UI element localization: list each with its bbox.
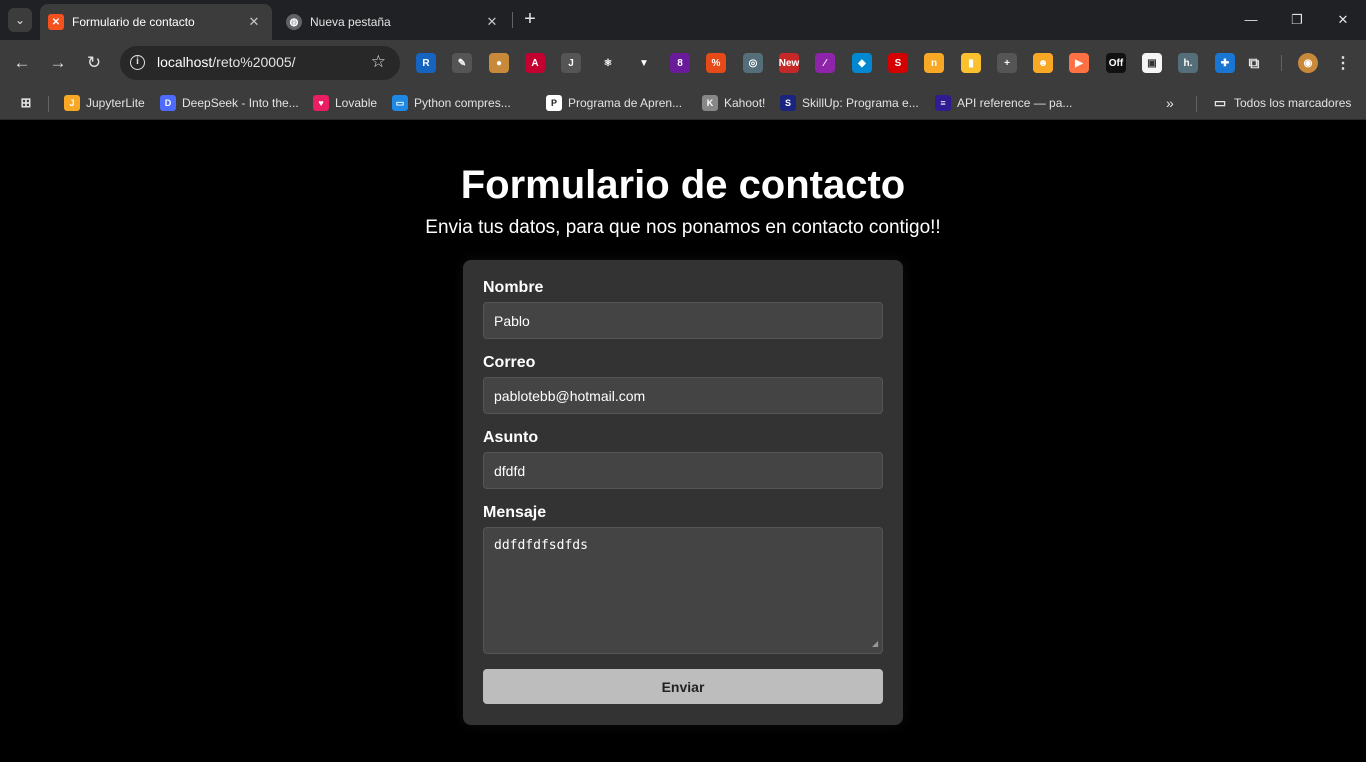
bookmark-star-icon[interactable]: ☆ [371,52,386,72]
browser-toolbar: ← → ↻ i localhost/reto%20005/ ☆ R ✎ ● A J ⚛ ▼ 8… [0,40,1366,86]
off-extension[interactable]: Off [1106,53,1126,73]
bookmark-label: Programa de Apren... [568,96,683,110]
tab-close-icon[interactable]: ✕ [484,14,500,30]
tab-formulario[interactable]: ✕ Formulario de contacto ✕ [40,4,272,40]
badge-extension[interactable]: 8 [670,53,690,73]
bookmark-label: SkillUp: Programa e... [802,96,919,110]
bookmark-favicon-icon: D [160,95,176,111]
crosshair-icon[interactable]: + [997,53,1017,73]
nombre-input[interactable] [483,302,883,339]
bookmark-favicon-icon: ▭ [392,95,408,111]
correo-label: Correo [483,354,536,371]
r-extension[interactable]: R [416,53,436,73]
mensaje-textarea[interactable]: ddfdfdfsdfds [483,527,883,654]
angular-icon[interactable]: A [525,53,545,73]
address-url[interactable]: localhost/reto%20005/ [157,54,296,70]
bookmarks-divider [48,96,49,112]
asunto-input[interactable] [483,452,883,489]
frame-extension[interactable]: ▣ [1142,53,1162,73]
react-icon[interactable]: ⚛ [598,53,618,73]
bookmark-favicon-icon: S [780,95,796,111]
puzzle-blue-icon[interactable]: ✚ [1215,53,1235,73]
ring-extension[interactable]: ◎ [743,53,763,73]
cookie-icon[interactable]: ● [489,53,509,73]
asunto-label: Asunto [483,429,539,446]
tab-nueva-pestana[interactable]: ◍ Nueva pestaña ✕ [278,4,510,40]
bookmarks-divider [1196,96,1197,112]
bookmark-label: API reference — pa... [957,96,1073,110]
bookmark-favicon-icon: J [64,95,80,111]
profile-avatar[interactable]: ◉ [1298,53,1318,73]
s-extension[interactable]: S [888,53,908,73]
url-host: localhost [157,54,213,70]
h-extension[interactable]: h. [1178,53,1198,73]
bookmark-item[interactable]: D DeepSeek - Into the... [160,93,299,113]
tab-close-icon[interactable]: ✕ [246,14,262,30]
tab-divider [512,12,513,28]
apps-grid-icon[interactable]: ⊞ [18,93,40,113]
all-bookmarks-label: Todos los marcadores [1234,96,1352,110]
tab-bar: ⌄ ✕ Formulario de contacto ✕ ◍ Nueva pes… [0,0,1366,40]
tab-title: Formulario de contacto [72,15,195,29]
bookmark-item[interactable]: ♥ Lovable [313,93,377,113]
reload-icon[interactable]: ↻ [82,51,106,75]
url-path: /reto%20005/ [212,54,296,70]
vue-icon[interactable]: ▼ [634,53,654,73]
correo-input[interactable] [483,377,883,414]
enviar-button[interactable]: Enviar [483,669,883,704]
compass-extension[interactable]: ◆ [852,53,872,73]
flag-extension[interactable]: ▶ [1069,53,1089,73]
bookmark-favicon-icon: P [546,95,562,111]
more-bookmarks-chevron-icon[interactable]: » [1166,93,1174,113]
bookmark-item[interactable]: ▭ Python compres... [392,93,511,113]
back-arrow-icon[interactable]: ← [10,51,34,75]
mensaje-label: Mensaje [483,504,547,521]
globe-icon: ◍ [286,14,302,30]
restore-icon[interactable]: ❐ [1282,8,1312,32]
bookmark-favicon-icon: ♥ [313,95,329,111]
bookmark-label: JupyterLite [86,96,145,110]
bookmark-favicon-icon: ≡ [935,95,951,111]
percent-extension[interactable]: % [706,53,726,73]
bookmarks-bar: ⊞ J JupyterLite D DeepSeek - Into the... ♥ Lo… [0,86,1366,120]
all-bookmarks-folder[interactable]: ▭ Todos los marcadores [1212,93,1352,113]
feather-icon[interactable]: ∕ [815,53,835,73]
folder-icon: ▭ [1213,95,1227,110]
menu-kebab-icon[interactable]: ⋮ [1333,53,1353,73]
tab-title: Nueva pestaña [310,15,391,29]
page-content: Formulario de contacto Envia tus datos, … [0,121,1366,762]
resize-grip-icon[interactable]: ◢ [872,640,880,648]
nombre-label: Nombre [483,279,544,296]
page-title: Formulario de contacto [460,163,906,207]
java-icon[interactable]: J [561,53,581,73]
minimize-icon[interactable]: — [1236,8,1266,32]
toolbar-divider [1281,55,1282,71]
address-bar[interactable]: i localhost/reto%20005/ ☆ [120,46,400,80]
bookmark-favicon-icon: K [702,95,718,111]
bookmark-label: Python compres... [414,96,511,110]
bookmark-label: Kahoot! [724,96,766,110]
forward-arrow-icon[interactable]: → [46,51,70,75]
bookmark-item[interactable]: J JupyterLite [64,93,145,113]
bookmark-item[interactable]: S SkillUp: Programa e... [780,93,919,113]
contact-form: Nombre Correo Asunto Mensaje ddfdfdfsdfd… [463,260,903,725]
smiley-extension[interactable]: ☻ [1033,53,1053,73]
new-tab-plus-icon[interactable]: + [520,8,540,32]
tab-search-chevron-icon[interactable]: ⌄ [8,8,32,32]
bookmark-item[interactable]: P Programa de Apren... [546,93,682,113]
yellow-extension[interactable]: n [924,53,944,73]
eyedropper-icon[interactable]: ✎ [452,53,472,73]
window-close-icon[interactable]: ✕ [1328,8,1358,32]
xampp-favicon-icon: ✕ [48,14,64,30]
site-info-icon[interactable]: i [130,55,145,70]
bars-extension[interactable]: ▮ [961,53,981,73]
bookmark-label: DeepSeek - Into the... [182,96,299,110]
bookmark-item[interactable]: K Kahoot! [702,93,765,113]
bookmark-item[interactable]: ≡ API reference — pa... [935,93,1072,113]
extensions-puzzle-icon[interactable]: ⧉ [1244,53,1264,73]
page-subtitle: Envia tus datos, para que nos ponamos en… [425,217,941,238]
bookmark-label: Lovable [335,96,378,110]
new-extension[interactable]: New [779,53,799,73]
